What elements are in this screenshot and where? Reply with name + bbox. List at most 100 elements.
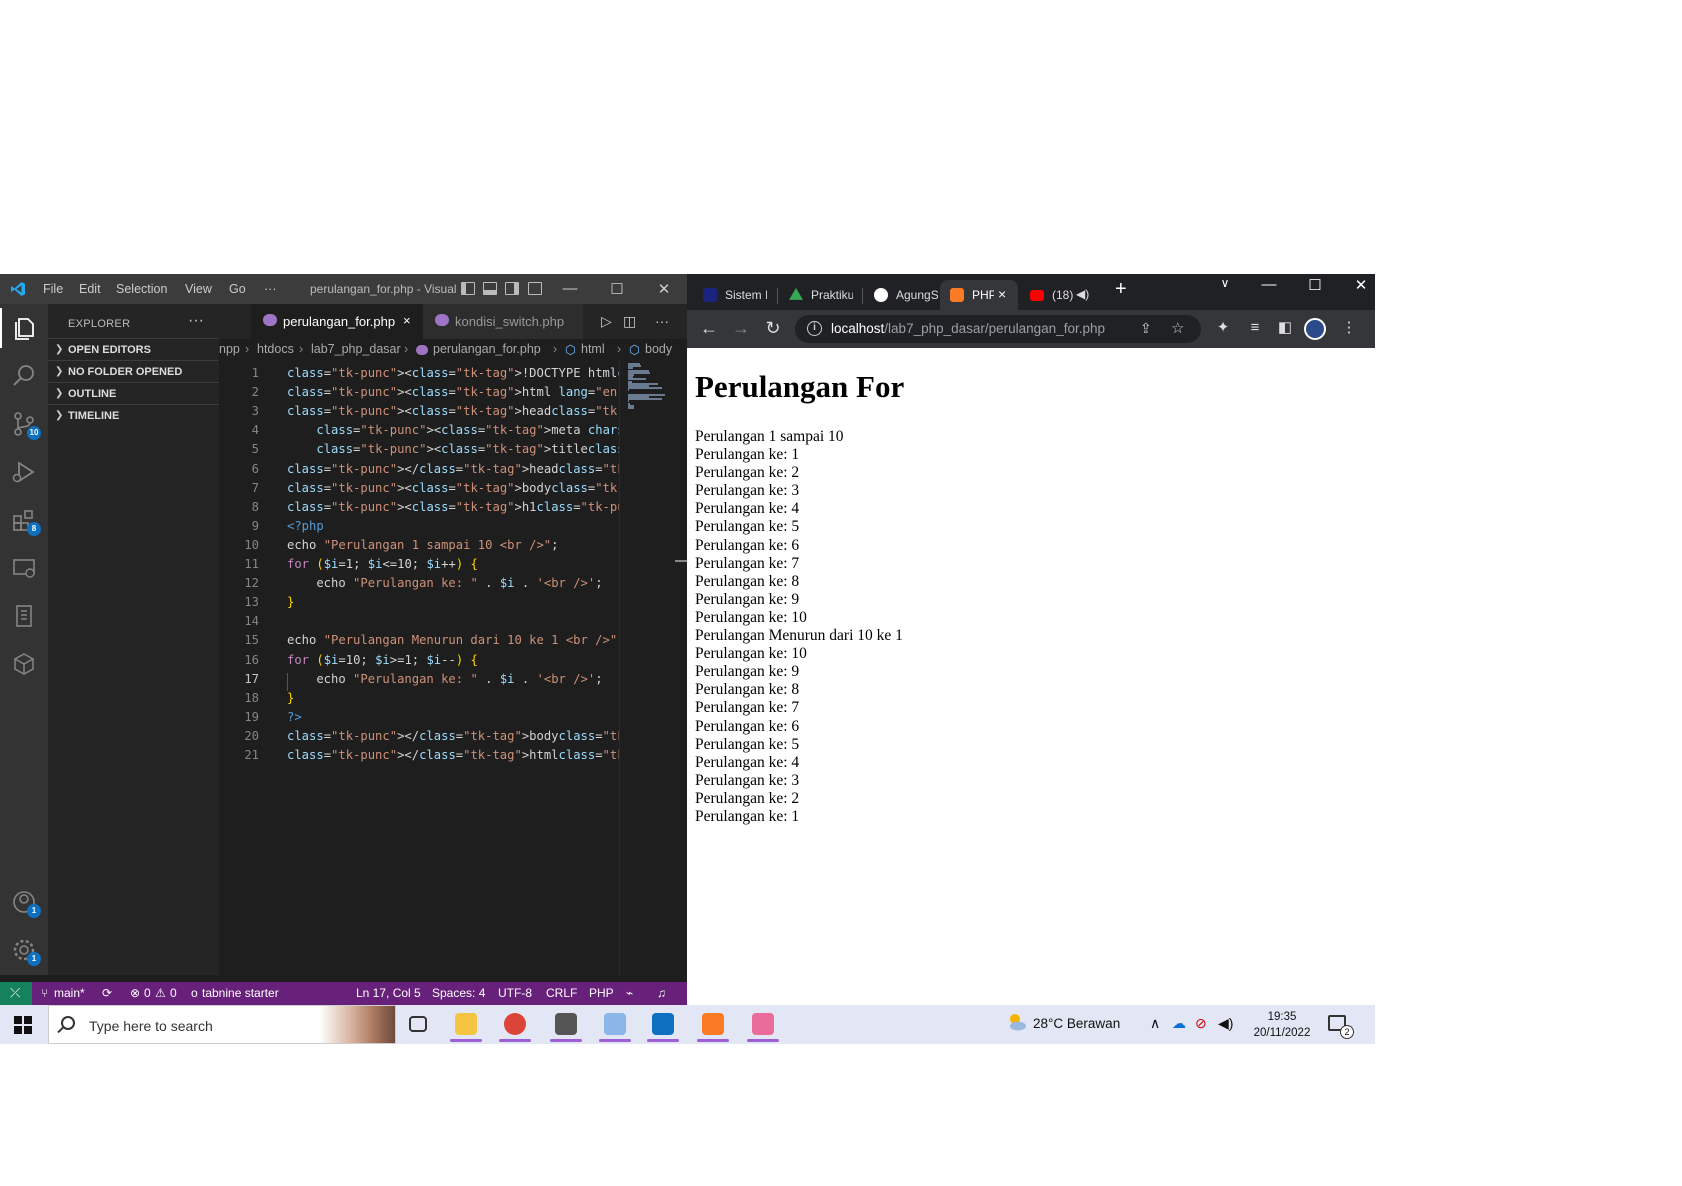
- taskbar-search[interactable]: Type here to search: [48, 1005, 396, 1044]
- reload-icon[interactable]: ↻: [762, 318, 784, 338]
- onedrive-cloud-icon[interactable]: ☁: [1172, 1015, 1186, 1032]
- weather-cloud-icon[interactable]: [1007, 1012, 1027, 1032]
- taskbar-calculator-button[interactable]: [546, 1007, 586, 1042]
- toggle-secondary-sidebar-icon[interactable]: [505, 282, 519, 295]
- code-line[interactable]: echo "Perulangan ke: " . $i . '<br />';: [287, 672, 602, 686]
- remote-explorer-icon[interactable]: [10, 554, 38, 582]
- code-line[interactable]: <?php: [287, 519, 324, 533]
- section-open-editors[interactable]: ❯ OPEN EDITORS: [48, 338, 219, 360]
- network-icon[interactable]: ⊘: [1195, 1015, 1207, 1032]
- end-of-line[interactable]: CRLF: [546, 986, 577, 1000]
- browser-tab-praktikum[interactable]: Praktiku: [779, 280, 859, 310]
- taskbar-file-explorer-button[interactable]: [446, 1007, 486, 1042]
- cursor-position[interactable]: Ln 17, Col 5: [356, 986, 421, 1000]
- code-line[interactable]: class="tk-punc"><class="tk-tag">!DOCTYPE…: [287, 366, 619, 380]
- side-panel-icon[interactable]: ◧: [1274, 318, 1296, 338]
- info-icon[interactable]: i: [807, 321, 822, 336]
- section-timeline[interactable]: ❯ TIMELINE: [48, 404, 219, 426]
- tabnine-status[interactable]: tabnine starter: [202, 986, 279, 1000]
- customize-layout-icon[interactable]: [528, 282, 542, 295]
- code-line[interactable]: echo "Perulangan Menurun dari 10 ke 1 <b…: [287, 633, 619, 647]
- browser-tab-sistem[interactable]: Sistem I: [693, 280, 773, 310]
- branch-label[interactable]: main*: [54, 986, 85, 1000]
- toggle-sidebar-icon[interactable]: [461, 282, 475, 295]
- accounts-icon[interactable]: 1: [10, 888, 41, 918]
- explorer-more-icon[interactable]: ···: [188, 312, 204, 330]
- code-line[interactable]: class="tk-punc"></class="tk-tag">htmlcla…: [287, 748, 619, 762]
- code-line[interactable]: class="tk-punc"><class="tk-tag">titlecla…: [287, 442, 619, 456]
- code-line[interactable]: class="tk-punc"></class="tk-tag">headcla…: [287, 462, 619, 476]
- menu-view[interactable]: View: [185, 282, 212, 296]
- warning-count[interactable]: 0: [170, 986, 177, 1000]
- bookmark-star-icon[interactable]: ☆: [1171, 319, 1184, 337]
- code-line[interactable]: ?>: [287, 710, 302, 724]
- media-queue-icon[interactable]: ≡: [1244, 318, 1266, 338]
- system-clock[interactable]: 19:35 20/11/2022: [1252, 1009, 1312, 1041]
- windows-start-icon[interactable]: [14, 1016, 32, 1034]
- code-editor[interactable]: 1 class="tk-punc"><class="tk-tag">!DOCTYP…: [219, 361, 619, 975]
- code-line[interactable]: class="tk-punc"><class="tk-tag">h1class=…: [287, 500, 619, 514]
- toggle-panel-icon[interactable]: [483, 282, 497, 295]
- testing-notebook-icon[interactable]: [10, 602, 38, 630]
- menu-kebab-icon[interactable]: ⋮: [1338, 318, 1360, 338]
- breadcrumb-item[interactable]: html: [581, 342, 605, 356]
- run-file-icon[interactable]: ▷: [601, 313, 612, 330]
- browser-tab-php-active[interactable]: PHP ×: [940, 280, 1018, 310]
- taskbar-paint-button[interactable]: [595, 1007, 635, 1042]
- weather-text[interactable]: 28°C Berawan: [1033, 1016, 1120, 1031]
- breadcrumb-item[interactable]: npp: [219, 342, 240, 356]
- code-line[interactable]: echo "Perulangan 1 sampai 10 <br />";: [287, 538, 559, 552]
- volume-icon[interactable]: ◀): [1218, 1015, 1233, 1032]
- taskbar-xampp-button[interactable]: [693, 1007, 733, 1042]
- sync-icon[interactable]: ⟳: [102, 986, 112, 1000]
- menu-selection[interactable]: Selection: [116, 282, 167, 296]
- section-outline[interactable]: ❯ OUTLINE: [48, 382, 219, 404]
- error-count[interactable]: 0: [144, 986, 151, 1000]
- avatar[interactable]: [1304, 318, 1326, 340]
- maximize-icon[interactable]: ☐: [1300, 276, 1330, 294]
- language-mode[interactable]: PHP: [589, 986, 614, 1000]
- minimize-icon[interactable]: —: [558, 280, 582, 297]
- close-tab-icon[interactable]: ×: [403, 313, 411, 328]
- source-control-icon[interactable]: 10: [10, 410, 41, 440]
- code-line[interactable]: class="tk-punc"><class="tk-tag">meta cha…: [287, 423, 619, 437]
- code-line[interactable]: for ($i=10; $i>=1; $i--) {: [287, 653, 478, 667]
- feedback-icon[interactable]: ⌁: [626, 986, 633, 1000]
- breadcrumb-item[interactable]: body: [645, 342, 672, 356]
- minimap[interactable]: [619, 361, 687, 975]
- taskbar-vscode-button[interactable]: [643, 1007, 683, 1042]
- speaker-icon[interactable]: ◀): [1076, 287, 1089, 301]
- forward-arrow-icon[interactable]: →: [730, 318, 752, 338]
- code-line[interactable]: class="tk-punc"><class="tk-tag">html lan…: [287, 385, 619, 399]
- code-line[interactable]: class="tk-punc"></class="tk-tag">bodycla…: [287, 729, 619, 743]
- code-line[interactable]: class="tk-punc"><class="tk-tag">bodyclas…: [287, 481, 619, 495]
- breadcrumb-item[interactable]: htdocs: [257, 342, 294, 356]
- containers-icon[interactable]: [10, 650, 38, 678]
- explorer-files-icon[interactable]: [10, 314, 38, 342]
- remote-indicator[interactable]: ⤫: [0, 982, 32, 1005]
- code-line[interactable]: class="tk-punc"><class="tk-tag">headclas…: [287, 404, 619, 418]
- maximize-icon[interactable]: ☐: [605, 280, 629, 298]
- code-line[interactable]: }: [287, 595, 294, 609]
- scrollbar-thumb[interactable]: [675, 560, 687, 562]
- split-editor-icon[interactable]: ◫: [623, 313, 636, 330]
- breadcrumb-item[interactable]: lab7_php_dasar: [311, 342, 401, 356]
- encoding[interactable]: UTF-8: [498, 986, 532, 1000]
- taskbar-chrome-button[interactable]: [495, 1007, 535, 1042]
- section-no-folder[interactable]: ❯ NO FOLDER OPENED: [48, 360, 219, 382]
- back-arrow-icon[interactable]: ←: [698, 318, 720, 338]
- gear-icon[interactable]: 1: [10, 936, 41, 966]
- code-line[interactable]: echo "Perulangan ke: " . $i . '<br />';: [287, 576, 602, 590]
- bell-icon[interactable]: ♫: [657, 986, 666, 1000]
- run-debug-icon[interactable]: [10, 458, 38, 486]
- address-bar[interactable]: i localhost/lab7_php_dasar/perulangan_fo…: [795, 315, 1201, 343]
- extensions-icon[interactable]: 8: [10, 506, 41, 536]
- menu-file[interactable]: File: [43, 282, 63, 296]
- browser-tab-youtube[interactable]: (18) ◀): [1020, 280, 1092, 310]
- taskbar-task-view-button[interactable]: [398, 1007, 438, 1042]
- tab-perulangan-for[interactable]: perulangan_for.php ×: [251, 304, 423, 339]
- browser-tab-github[interactable]: AgungS: [864, 280, 944, 310]
- tab-kondisi-switch[interactable]: kondisi_switch.php: [423, 304, 583, 339]
- menu-edit[interactable]: Edit: [79, 282, 101, 296]
- close-tab-icon[interactable]: ×: [998, 286, 1006, 302]
